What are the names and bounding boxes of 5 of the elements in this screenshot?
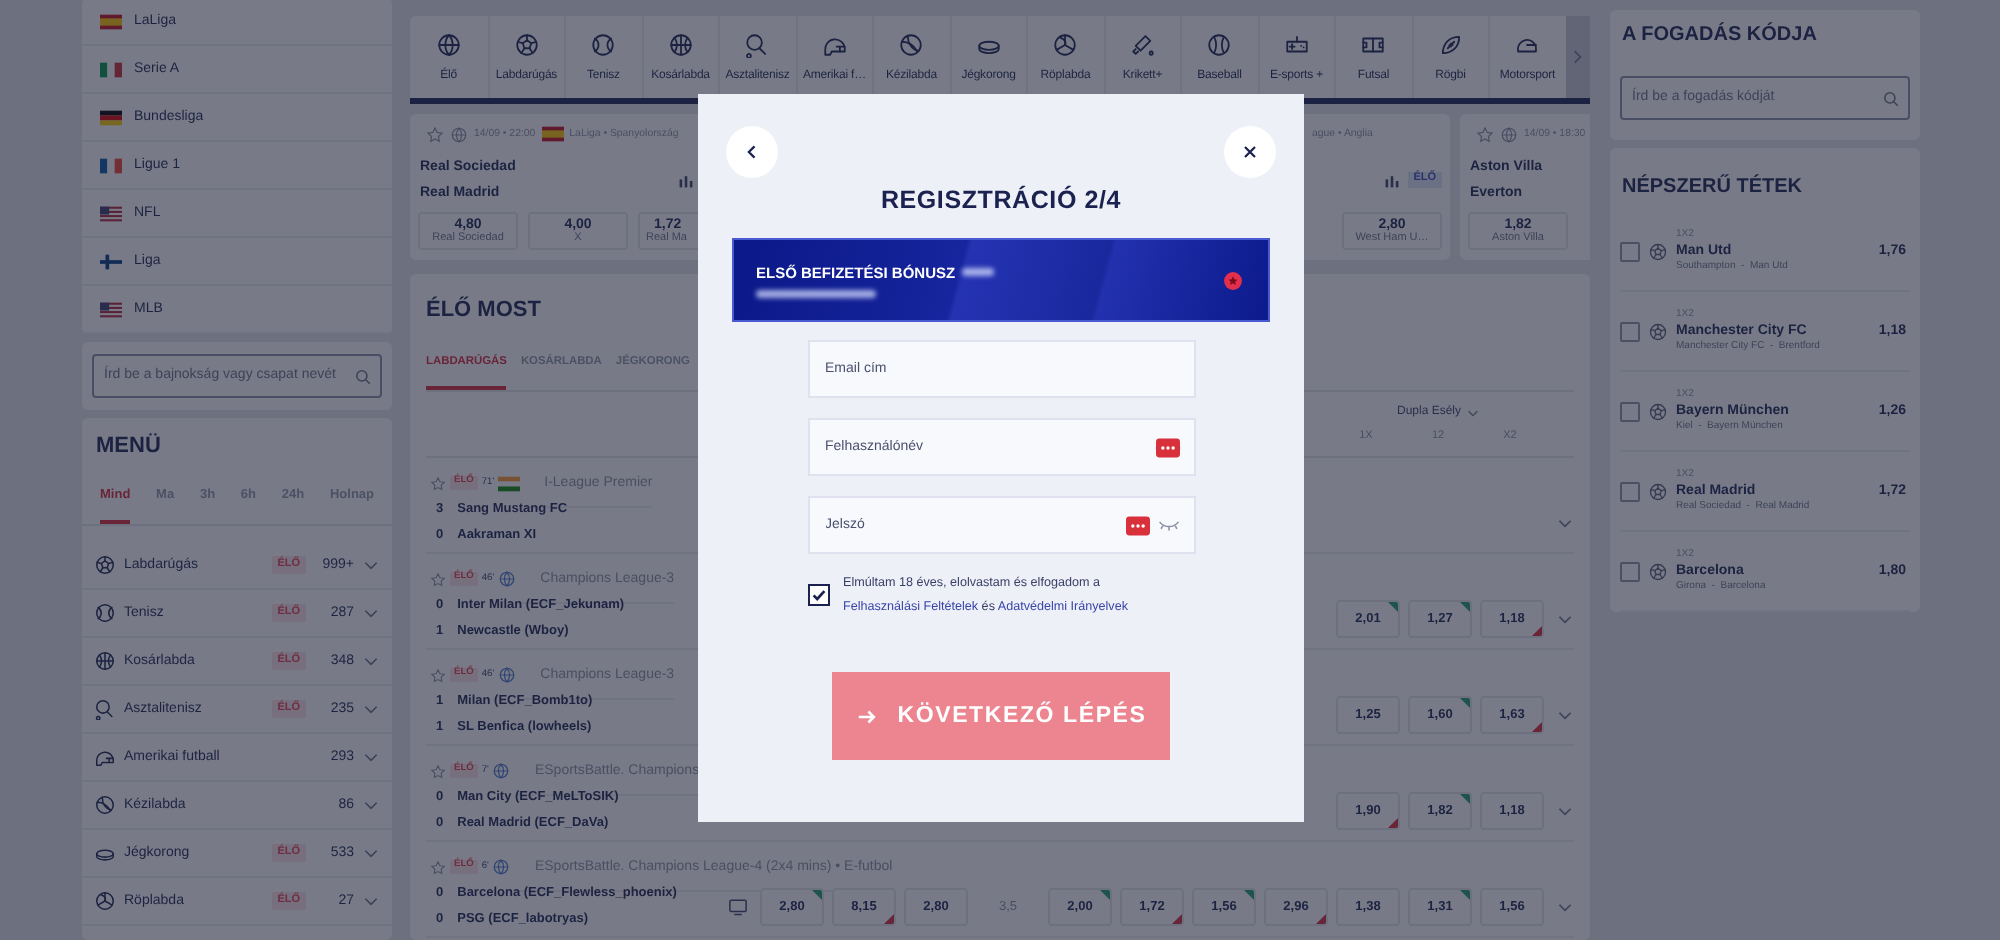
section-title: NÉPSZERŰ TÉTEK bbox=[1620, 176, 1803, 200]
dialog-title: REGISZTRÁCIÓ 2/4 bbox=[880, 184, 1122, 216]
section-title: ÉLŐ MOST bbox=[426, 294, 541, 324]
menu-title: MENÜ bbox=[94, 431, 163, 462]
section-title: A FOGADÁS KÓDJA bbox=[1620, 24, 1817, 48]
